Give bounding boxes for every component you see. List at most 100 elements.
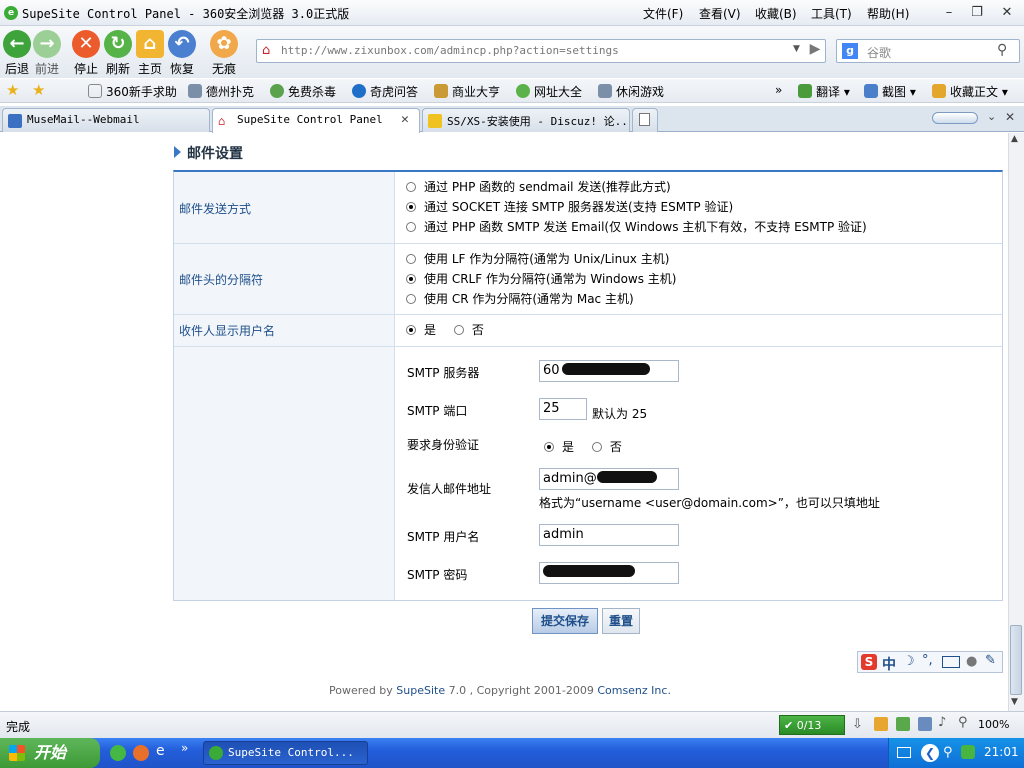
add-favorite-icon[interactable]: ★ [32, 81, 45, 99]
fav-item[interactable]: 商业大亨 [434, 83, 500, 100]
tray-search-icon[interactable]: ⚲ [943, 745, 953, 760]
comsenz-link[interactable]: Comsenz Inc. [597, 684, 671, 697]
maximize-button[interactable]: ❐ [968, 4, 986, 22]
plugin-icon[interactable] [874, 717, 888, 731]
tab-discuz[interactable]: SS/XS-安装使用 - Discuz! 论... [422, 108, 630, 132]
supesite-link[interactable]: SupeSite [396, 684, 445, 697]
translate-status-icon[interactable] [896, 717, 910, 731]
ime-chinese-mode[interactable]: 中 [882, 654, 896, 674]
radio-no[interactable] [453, 325, 464, 335]
fav-item[interactable]: 奇虎问答 [352, 83, 418, 100]
stop-button[interactable]: ✕ 停止 [69, 28, 103, 76]
menu-view[interactable]: 查看(V) [699, 5, 741, 22]
smtp-port-input[interactable]: 25 [539, 398, 587, 420]
fav-item[interactable]: 免费杀毒 [270, 83, 336, 100]
radio[interactable] [406, 222, 416, 232]
tray-back-icon[interactable]: ❮ [921, 744, 939, 762]
radio[interactable] [406, 294, 416, 304]
radio-yes[interactable] [406, 325, 416, 335]
browser-logo-icon [209, 746, 223, 760]
forward-button[interactable]: → 前进 [30, 28, 64, 76]
address-bar[interactable]: ⌂ http://www.zixunbox.com/admincp.php?ac… [256, 39, 826, 63]
tab-slider-toggle[interactable] [932, 112, 978, 124]
favorites-star-icon[interactable]: ★ [6, 81, 19, 99]
fav-item[interactable]: 休闲游戏 [598, 83, 664, 100]
separator-option[interactable]: 使用 LF 作为分隔符(通常为 Unix/Linux 主机) [406, 249, 992, 269]
quicklaunch-ie-icon[interactable]: e [156, 743, 165, 759]
zoom-level[interactable]: 100% [978, 718, 1009, 731]
scroll-down-icon[interactable]: ▼ [1011, 697, 1018, 707]
security-counter[interactable]: ✔ 0/13 [779, 715, 845, 735]
send-method-option[interactable]: 通过 SOCKET 连接 SMTP 服务器发送(支持 ESMTP 验证) [406, 197, 992, 217]
translate-button[interactable]: 翻译 ▾ [798, 83, 850, 100]
menu-favorites[interactable]: 收藏(B) [755, 5, 797, 22]
sender-email-input[interactable]: admin@ [539, 468, 679, 490]
back-button[interactable]: ← 后退 [0, 28, 34, 76]
start-button[interactable]: 开始 [0, 738, 100, 768]
radio-checked[interactable] [406, 202, 416, 212]
google-icon[interactable]: g [842, 43, 858, 59]
search-icon[interactable]: ⚲ [997, 42, 1007, 58]
radio-no[interactable] [591, 442, 602, 452]
address-dropdown-icon[interactable]: ▼ [793, 44, 800, 54]
windows-taskbar: 开始 e » SupeSite Control... ❮ ⚲ 21:01 [0, 738, 1024, 768]
tab-list-chevron-icon[interactable]: ⌄ [987, 110, 996, 123]
keyboard-tray-icon[interactable] [897, 747, 911, 758]
tab-supesite[interactable]: ⌂ SupeSite Control Panel ✕ [212, 108, 420, 133]
redacted-mark [543, 565, 635, 577]
close-window-button[interactable]: ✕ [998, 4, 1016, 22]
download-icon[interactable]: ⇩ [852, 717, 863, 732]
home-button[interactable]: ⌂ 主页 [133, 28, 167, 76]
keyboard-icon[interactable] [942, 656, 960, 668]
close-all-icon[interactable]: ✕ [1005, 110, 1015, 124]
radio-checked[interactable] [406, 274, 416, 284]
menu-file[interactable]: 文件(F) [643, 5, 683, 22]
new-tab-button[interactable] [632, 108, 658, 132]
zoom-icon[interactable]: ⚲ [958, 715, 968, 730]
favorites-more-button[interactable]: » [775, 83, 782, 97]
fav-item[interactable]: 德州扑克 [188, 83, 254, 100]
screen-icon[interactable] [918, 717, 932, 731]
tray-security-icon[interactable] [961, 745, 975, 759]
refresh-button[interactable]: ↻ 刷新 [101, 28, 135, 76]
row-label-empty [174, 347, 395, 600]
smtp-password-input[interactable] [539, 562, 679, 584]
go-icon[interactable]: ▶ [803, 41, 827, 61]
submit-save-button[interactable]: 提交保存 [532, 608, 598, 634]
quicklaunch-more-icon[interactable]: » [181, 741, 188, 755]
taskbar-window-supesite[interactable]: SupeSite Control... [203, 741, 368, 765]
send-method-option[interactable]: 通过 PHP 函数 SMTP 发送 Email(仅 Windows 主机下有效，… [406, 217, 992, 237]
separator-option[interactable]: 使用 CR 作为分隔符(通常为 Mac 主机) [406, 289, 992, 309]
sogou-icon[interactable]: S [861, 654, 877, 670]
user-icon[interactable]: ● [966, 654, 977, 669]
minimize-button[interactable]: – [940, 4, 958, 22]
fav-item[interactable]: 360新手求助 [88, 83, 177, 100]
restore-button[interactable]: ↶ 恢复 [165, 28, 199, 76]
scroll-up-icon[interactable]: ▲ [1011, 134, 1018, 144]
quicklaunch-360-icon[interactable] [110, 745, 126, 761]
radio-yes[interactable] [544, 442, 554, 452]
fav-item[interactable]: 网址大全 [516, 83, 582, 100]
screenshot-button[interactable]: 截图 ▾ [864, 83, 916, 100]
separator-option[interactable]: 使用 CRLF 作为分隔符(通常为 Windows 主机) [406, 269, 992, 289]
collect-text-button[interactable]: 收藏正文 ▾ [932, 83, 1008, 100]
incognito-button[interactable]: ✿ 无痕 [207, 28, 241, 76]
smtp-server-input[interactable]: 60 [539, 360, 679, 382]
half-width-icon[interactable]: ☽ [903, 654, 915, 669]
reset-button[interactable]: 重置 [602, 608, 640, 634]
send-method-option[interactable]: 通过 PHP 函数的 sendmail 发送(推荐此方式) [406, 177, 992, 197]
wrench-icon[interactable]: ✎ [985, 653, 996, 668]
radio[interactable] [406, 182, 416, 192]
punctuation-icon[interactable]: °, [922, 653, 933, 668]
search-box[interactable]: g 谷歌 ⚲ [836, 39, 1020, 63]
smtp-user-input[interactable]: admin [539, 524, 679, 546]
scrollbar-thumb[interactable] [1010, 625, 1022, 695]
quicklaunch-qq-icon[interactable] [133, 745, 149, 761]
menu-tools[interactable]: 工具(T) [811, 5, 852, 22]
tab-musemail[interactable]: MuseMail--Webmail [2, 108, 210, 132]
close-tab-icon[interactable]: ✕ [401, 112, 409, 127]
radio[interactable] [406, 254, 416, 264]
volume-icon[interactable]: ♪ [938, 715, 946, 730]
smtp-port-label: SMTP 端口 [407, 404, 468, 418]
menu-help[interactable]: 帮助(H) [867, 5, 909, 22]
